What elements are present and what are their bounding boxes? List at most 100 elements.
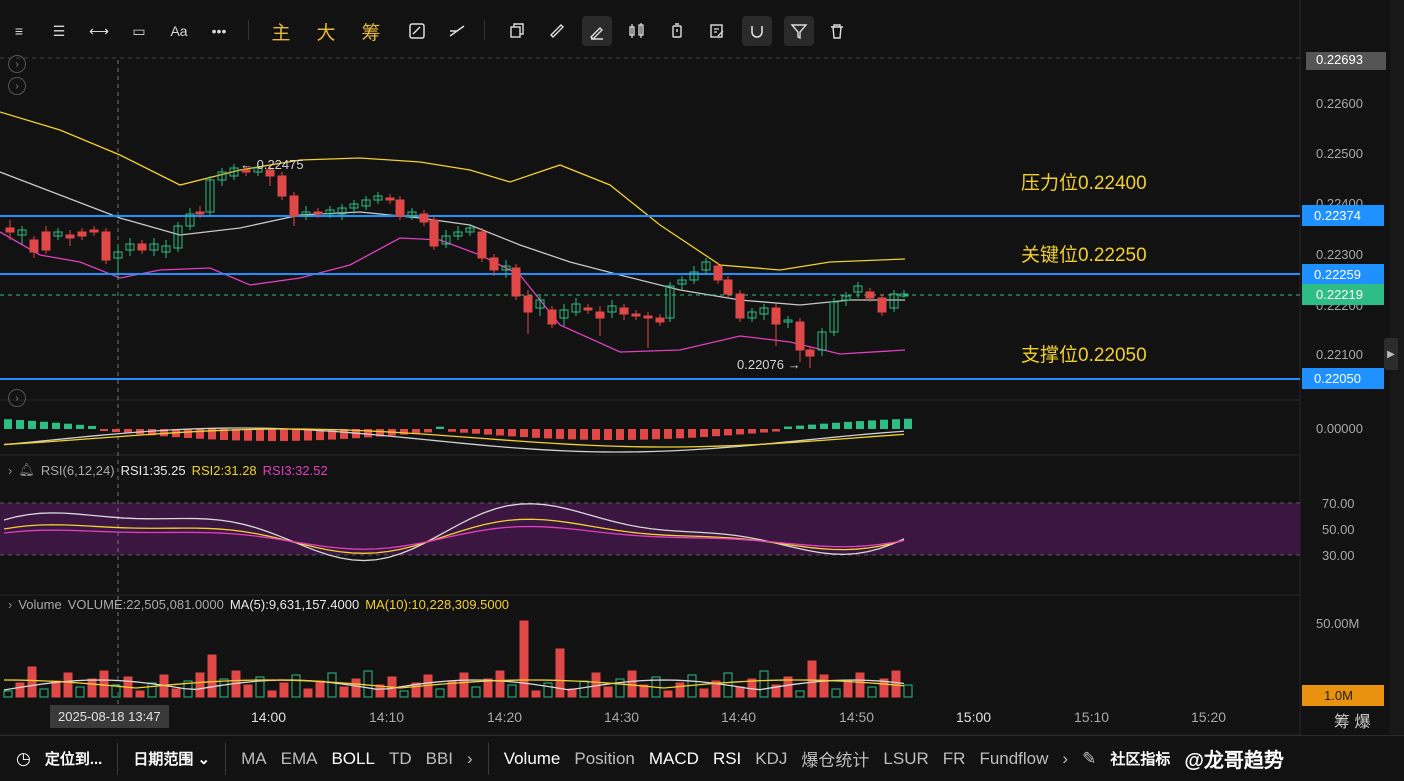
macd-bar xyxy=(448,429,456,432)
watermark: @龙哥趋势 xyxy=(1184,750,1284,772)
volume-bar xyxy=(831,688,841,698)
volume-bar xyxy=(699,688,709,698)
rsi-axis-label: 70.00 xyxy=(1322,496,1355,511)
macd-bar xyxy=(232,429,240,441)
candle-body xyxy=(631,313,641,317)
indicator-macd[interactable]: MACD xyxy=(642,749,706,769)
candle-body xyxy=(723,279,733,295)
macd-bar xyxy=(460,429,468,433)
candle-body xyxy=(77,231,87,237)
indicator-rsi[interactable]: RSI xyxy=(706,749,748,769)
volume-bar xyxy=(867,686,877,698)
indicator-volume[interactable]: Volume xyxy=(497,749,568,769)
chip-liquidation-toggle[interactable]: 筹 爆 xyxy=(1334,708,1370,732)
indicator-fr[interactable]: FR xyxy=(936,749,973,769)
macd-bar xyxy=(664,429,672,439)
chart-canvas[interactable] xyxy=(0,0,1404,735)
macd-bar xyxy=(772,429,780,432)
indicator-ma[interactable]: MA xyxy=(234,749,274,769)
macd-bar xyxy=(304,429,312,441)
macd-bar xyxy=(712,429,720,437)
rsi3-value: RSI3:32.52 xyxy=(262,462,328,478)
candle-body xyxy=(583,307,593,311)
macd-bar xyxy=(784,426,792,429)
macd-bar xyxy=(280,429,288,441)
candle-body xyxy=(5,227,15,233)
collapse-chevron-icon[interactable]: › xyxy=(8,463,12,478)
indicator-bbi[interactable]: BBI xyxy=(419,749,460,769)
macd-bar xyxy=(676,429,684,439)
vol-ma5-value: MA(5):9,631,157.4000 xyxy=(229,597,360,612)
volume-bar xyxy=(735,686,745,698)
volume-bar xyxy=(759,670,769,698)
scroll-right-icon[interactable]: › xyxy=(1055,749,1075,769)
macd-bar xyxy=(112,429,120,433)
boll-upper-line xyxy=(0,111,906,271)
indicator-boll[interactable]: BOLL xyxy=(324,749,381,769)
indicator-liquidation[interactable]: 爆仓统计 xyxy=(794,746,876,771)
time-axis-label: 14:10 xyxy=(369,709,405,725)
volume-bar xyxy=(819,674,829,698)
collapse-chevron-icon[interactable]: › xyxy=(8,77,26,95)
volume-bar xyxy=(903,684,913,698)
volume-bar xyxy=(87,678,97,698)
volume-bar xyxy=(39,688,49,698)
community-indicators-button[interactable]: 社区指标 xyxy=(1103,748,1177,769)
collapse-chevron-icon[interactable]: › xyxy=(8,55,26,73)
macd-bar xyxy=(748,429,756,434)
candle-body xyxy=(313,211,323,215)
macd-bar xyxy=(88,425,96,429)
macd-bar xyxy=(556,429,564,439)
volume-bar xyxy=(339,686,349,698)
top-price-tag: 0.22693 xyxy=(1306,52,1386,70)
collapse-chevron-icon[interactable]: › xyxy=(8,597,12,612)
volume-bar xyxy=(495,670,505,698)
macd-bar xyxy=(808,424,816,429)
volume-bar xyxy=(627,670,637,698)
candle-body xyxy=(289,195,299,217)
macd-bar xyxy=(424,429,432,433)
time-axis-label: 15:10 xyxy=(1074,709,1110,725)
collapse-chevron-icon[interactable]: › xyxy=(8,389,26,407)
macd-bar xyxy=(400,429,408,435)
volume-bar xyxy=(471,686,481,698)
time-axis-label: 14:40 xyxy=(721,709,757,725)
macd-bar xyxy=(184,429,192,439)
volume-bar xyxy=(3,690,13,698)
indicator-fundflow[interactable]: Fundflow xyxy=(972,749,1055,769)
clock-icon[interactable]: ◷ xyxy=(0,749,38,769)
candle-body xyxy=(41,231,51,251)
edit-link-icon[interactable]: ✎ xyxy=(1075,749,1103,769)
macd-bar xyxy=(820,423,828,429)
macd-bar xyxy=(904,418,912,429)
volume-bar xyxy=(399,690,409,698)
macd-bar xyxy=(28,420,36,429)
candle-body xyxy=(771,307,781,325)
scroll-right-icon[interactable]: › xyxy=(460,749,480,769)
volume-bar xyxy=(315,680,325,698)
date-range-button[interactable]: 日期范围 ⌄ xyxy=(126,748,217,769)
volume-bar xyxy=(99,670,109,698)
panel-toggle-icon[interactable]: ▶ xyxy=(1384,338,1398,370)
rsi1-value: RSI1:35.25 xyxy=(120,462,186,478)
price-axis-label: 0.22600 xyxy=(1316,96,1363,111)
price-axis-label: 0.22500 xyxy=(1316,146,1363,161)
indicator-td[interactable]: TD xyxy=(382,749,419,769)
time-axis-label: 15:20 xyxy=(1191,709,1227,725)
macd-bar xyxy=(688,429,696,438)
volume-bar xyxy=(327,672,337,698)
macd-bar xyxy=(640,429,648,440)
bell-icon[interactable]: 🔔︎ xyxy=(18,462,35,478)
macd-bar xyxy=(592,429,600,440)
volume-bar xyxy=(135,690,145,698)
indicator-kdj[interactable]: KDJ xyxy=(748,749,794,769)
volume-bar xyxy=(675,682,685,698)
indicator-lsur[interactable]: LSUR xyxy=(876,749,935,769)
volume-bar xyxy=(843,680,853,698)
locate-button[interactable]: 定位到... xyxy=(38,748,110,769)
indicator-position[interactable]: Position xyxy=(567,749,641,769)
cursor-time-label: 2025-08-18 13:47 xyxy=(50,705,169,728)
indicator-ema[interactable]: EMA xyxy=(274,749,325,769)
volume-bar xyxy=(795,690,805,698)
resistance-label: 压力位0.22400 xyxy=(1021,173,1147,194)
